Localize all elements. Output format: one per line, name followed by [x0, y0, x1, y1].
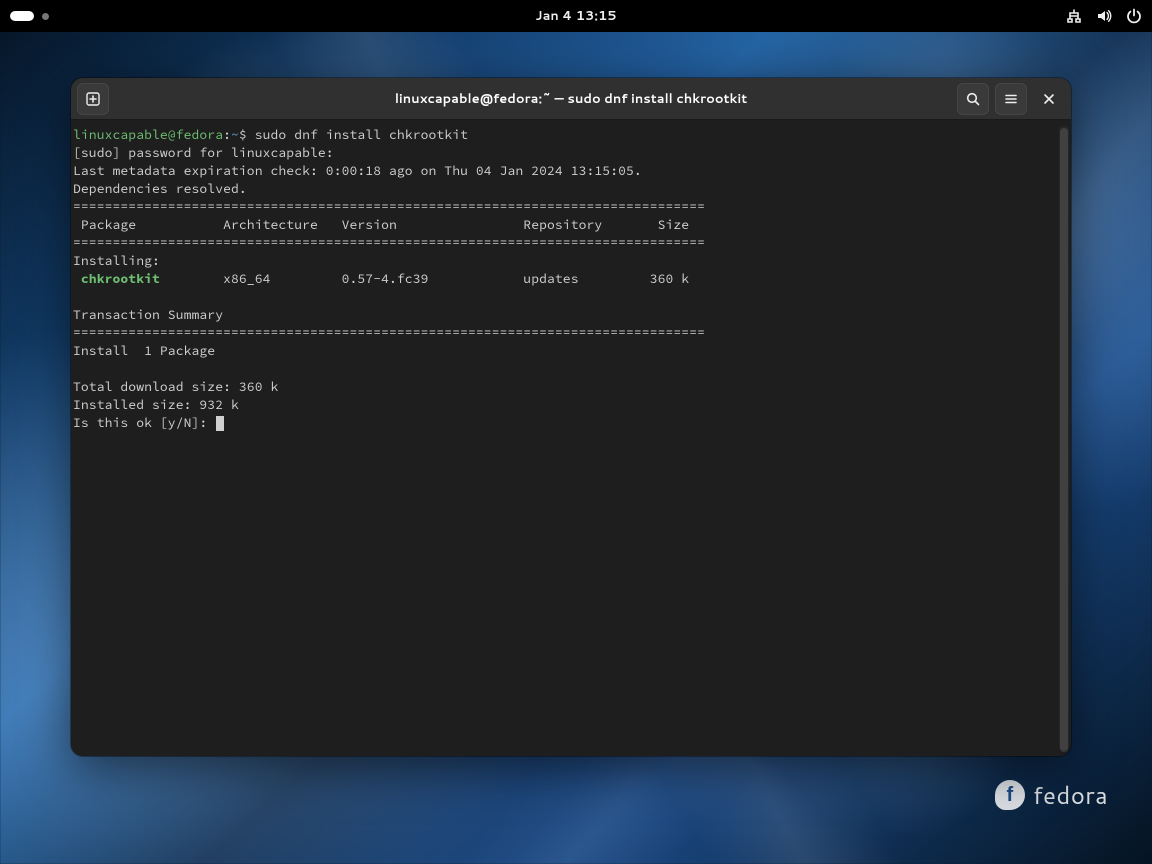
pkg-pad: [73, 270, 81, 287]
line-rule: ========================================…: [73, 324, 705, 341]
line-meta: Last metadata expiration check: 0:00:18 …: [73, 162, 642, 179]
new-tab-button[interactable]: [77, 83, 109, 115]
search-icon: [965, 91, 981, 107]
cursor: [216, 416, 224, 431]
line-txn: Transaction Summary: [73, 306, 223, 323]
system-status-area[interactable]: [1066, 8, 1142, 24]
activities-button[interactable]: [10, 11, 49, 21]
window-titlebar[interactable]: linuxcapable@fedora:~ — sudo dnf install…: [71, 78, 1071, 120]
volume-icon: [1096, 8, 1112, 24]
line-dl-size: Total download size: 360 k: [73, 378, 278, 395]
scrollbar-thumb[interactable]: [1060, 128, 1068, 752]
terminal-window: linuxcapable@fedora:~ — sudo dnf install…: [71, 78, 1071, 756]
pkg-name: chkrootkit: [81, 270, 160, 287]
fedora-watermark: f fedora: [995, 778, 1108, 812]
activities-dot-icon: [42, 13, 49, 20]
prompt-user: linuxcapable@fedora: [73, 126, 223, 143]
power-icon: [1126, 8, 1142, 24]
terminal-output[interactable]: linuxcapable@fedora:~$ sudo dnf install …: [73, 126, 1059, 750]
line-deps: Dependencies resolved.: [73, 180, 247, 197]
pkg-rest: x86_64 0.57-4.fc39 updates 360 k: [160, 270, 689, 287]
search-button[interactable]: [957, 83, 989, 115]
prompt-sep: :: [223, 126, 231, 143]
network-icon: [1066, 8, 1082, 24]
line-confirm: Is this ok [y/N]:: [73, 414, 215, 431]
close-button[interactable]: [1033, 83, 1065, 115]
line-rule: ========================================…: [73, 198, 705, 215]
gnome-topbar: Jan 4 13:15: [0, 0, 1152, 32]
command-text: sudo dnf install chkrootkit: [255, 126, 468, 143]
terminal-scrollbar[interactable]: [1059, 126, 1069, 750]
hamburger-icon: [1003, 91, 1019, 107]
plus-box-icon: [85, 91, 101, 107]
activities-pill-icon: [10, 11, 34, 21]
terminal-body[interactable]: linuxcapable@fedora:~$ sudo dnf install …: [71, 120, 1071, 756]
line-installing: Installing:: [73, 252, 160, 269]
fedora-logo-icon: f: [995, 780, 1025, 810]
menu-button[interactable]: [995, 83, 1027, 115]
close-icon: [1041, 91, 1057, 107]
clock[interactable]: Jan 4 13:15: [535, 7, 616, 25]
line-sudo: [sudo] password for linuxcapable:: [73, 144, 342, 161]
window-title: linuxcapable@fedora:~ — sudo dnf install…: [395, 90, 747, 108]
fedora-wordmark: fedora: [1033, 778, 1108, 812]
line-header: Package Architecture Version Repository …: [73, 216, 689, 233]
prompt-dollar: $: [239, 126, 255, 143]
line-install-count: Install 1 Package: [73, 342, 215, 359]
line-inst-size: Installed size: 932 k: [73, 396, 239, 413]
line-rule: ========================================…: [73, 234, 705, 251]
prompt-cwd: ~: [231, 126, 239, 143]
